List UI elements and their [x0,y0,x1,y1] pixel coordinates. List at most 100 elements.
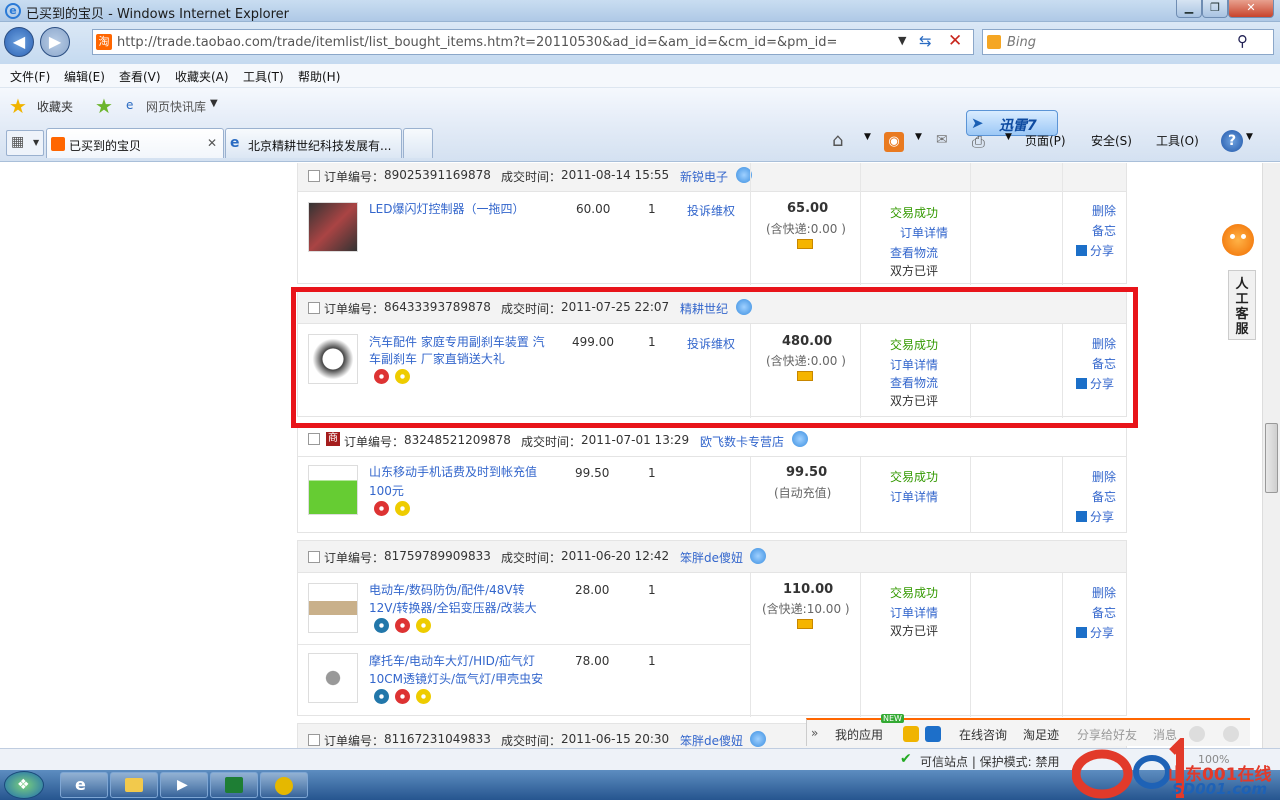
scrollbar-thumb[interactable] [1265,423,1278,493]
order-detail-link[interactable]: 订单详情 [890,488,938,505]
wangwang-chat-icon[interactable] [792,431,808,447]
add-favorite-icon[interactable]: ★ [95,94,113,118]
tab-beijing-jinggeng[interactable]: e 北京精耕世纪科技发展有... [225,128,402,158]
menu-edit[interactable]: 编辑(E) [64,68,105,85]
customer-service-button[interactable]: 人工客服 [1228,270,1256,340]
order-checkbox[interactable] [308,734,320,746]
home-icon[interactable]: ⌂ [832,130,843,151]
menu-favorites[interactable]: 收藏夹(A) [175,68,229,85]
order-checkbox[interactable] [308,433,320,445]
taskbar-excel-button[interactable] [210,772,258,798]
print-icon[interactable]: ⎙ [972,132,985,152]
forward-button[interactable]: ▶ [40,27,70,57]
menu-help[interactable]: 帮助(H) [298,68,340,85]
product-thumbnail[interactable] [308,202,358,252]
complain-link[interactable]: 投诉维权 [687,202,735,219]
logistics-link[interactable]: 查看物流 [890,244,938,261]
security-zone[interactable]: 可信站点 | 保护模式: 禁用 [920,753,1060,770]
deal-time-label: 成交时间： [501,170,562,184]
vertical-scrollbar[interactable] [1262,163,1280,748]
product-title-line1[interactable]: 摩托车/电动车大灯/HID/疝气灯 [369,652,535,669]
start-button[interactable]: ❖ [4,771,44,799]
help-icon[interactable]: ? [1221,130,1243,152]
delete-link[interactable]: 删除 [1092,584,1116,601]
seller-link[interactable]: 笨胖de傻妞 [680,732,743,748]
address-dropdown-icon[interactable]: ▼ [898,34,906,47]
share-link[interactable]: 分享 [1076,624,1114,641]
order-detail-link[interactable]: 订单详情 [900,224,948,241]
product-title-line2[interactable]: 100元 [369,482,404,499]
taskbar-explorer-button[interactable] [110,772,158,798]
share-link[interactable]: 分享 [1076,508,1114,525]
stop-icon[interactable]: ✕ [948,31,962,51]
minimize-button[interactable]: ▁ [1176,0,1202,18]
app-icon[interactable] [903,726,919,742]
ie-logo-icon: e [5,3,21,19]
app-icon[interactable] [925,726,941,742]
status-success: 交易成功 [890,586,939,600]
address-text: http://trade.taobao.com/trade/itemlist/l… [117,35,838,50]
order-detail-link[interactable]: 订单详情 [890,604,938,621]
product-thumbnail[interactable] [308,583,358,633]
excel-icon [225,777,243,793]
memo-link[interactable]: 备忘 [1092,488,1116,505]
unit-price: 60.00 [576,202,611,216]
share-link[interactable]: 分享 [1076,242,1114,259]
online-consult-button[interactable]: 在线咨询 [959,726,1007,743]
mascot-icon[interactable] [1216,218,1260,270]
seller-link[interactable]: 欧飞数卡专营店 [700,433,784,450]
product-title[interactable]: LED爆闪灯控制器（一拖四） [369,200,525,217]
search-input[interactable]: Bing ⚲ [982,29,1274,55]
taskbar-ie-button[interactable]: e [60,772,108,798]
wangwang-chat-icon[interactable] [750,731,766,747]
product-title-line2[interactable]: 10CM透镜灯头/氙气灯/甲壳虫安 [369,670,543,687]
tools-menu[interactable]: 工具(O) [1156,132,1199,149]
order-total: 110.00 [783,582,834,597]
favorites-star-icon[interactable]: ★ [9,94,27,118]
memo-link[interactable]: 备忘 [1092,222,1116,239]
chevron-down-icon[interactable]: ▼ [915,132,922,142]
chevron-down-icon[interactable]: ▼ [210,98,218,109]
delete-link[interactable]: 删除 [1092,202,1116,219]
close-window-button[interactable]: ✕ [1228,0,1274,18]
product-thumbnail[interactable] [308,653,358,703]
wangwang-chat-icon[interactable] [750,548,766,564]
page-menu[interactable]: 页面(P) [1025,132,1066,149]
menu-tools[interactable]: 工具(T) [243,68,284,85]
product-thumbnail[interactable] [308,465,358,515]
product-title-line1[interactable]: 山东移动手机话费及时到帐充值 [369,463,537,480]
product-title-line2[interactable]: 12V/转换器/全铝变压器/改装大 [369,599,537,616]
product-title-line1[interactable]: 电动车/数码防伪/配件/48V转 [369,581,525,598]
chevron-down-icon[interactable]: ▼ [1005,132,1012,142]
taskbar-media-button[interactable]: ▶ [160,772,208,798]
refresh-icon[interactable]: ⇆ [919,32,932,50]
memo-link[interactable]: 备忘 [1092,604,1116,621]
mail-icon[interactable]: ✉ [936,132,948,148]
collapse-icon[interactable]: » [811,726,818,740]
footprint-button[interactable]: 淘足迹 [1023,726,1059,743]
rss-feed-icon[interactable]: ◉ [884,132,904,152]
my-apps-button[interactable]: 我的应用 [835,726,883,743]
delete-link[interactable]: 删除 [1092,468,1116,485]
menu-view[interactable]: 查看(V) [119,68,161,85]
taskbar-app-button[interactable] [260,772,308,798]
chevron-down-icon[interactable]: ▼ [1246,132,1253,142]
seller-link[interactable]: 笨胖de傻妞 [680,549,743,566]
address-input[interactable]: 淘 http://trade.taobao.com/trade/itemlist… [92,29,974,55]
maximize-button[interactable]: ❐ [1202,0,1228,18]
favorites-button[interactable]: 收藏夹 [37,98,73,115]
taobao-favicon-icon [51,137,65,151]
back-button[interactable]: ◀ [4,27,34,57]
menu-file[interactable]: 文件(F) [10,68,50,85]
close-tab-icon[interactable]: ✕ [207,136,217,150]
order-checkbox[interactable] [308,551,320,563]
new-tab-button[interactable] [403,128,433,158]
web-slice-gallery[interactable]: 网页快讯库 [146,98,206,115]
order-checkbox[interactable] [308,170,320,182]
chevron-down-icon[interactable]: ▼ [864,132,871,142]
quick-tabs-button[interactable]: ▦ ▼ [6,130,44,156]
seller-link[interactable]: 新锐电子 [680,168,728,185]
search-icon[interactable]: ⚲ [1237,32,1248,50]
safety-menu[interactable]: 安全(S) [1091,132,1132,149]
tab-bought-items[interactable]: 已买到的宝贝 ✕ [46,128,224,158]
